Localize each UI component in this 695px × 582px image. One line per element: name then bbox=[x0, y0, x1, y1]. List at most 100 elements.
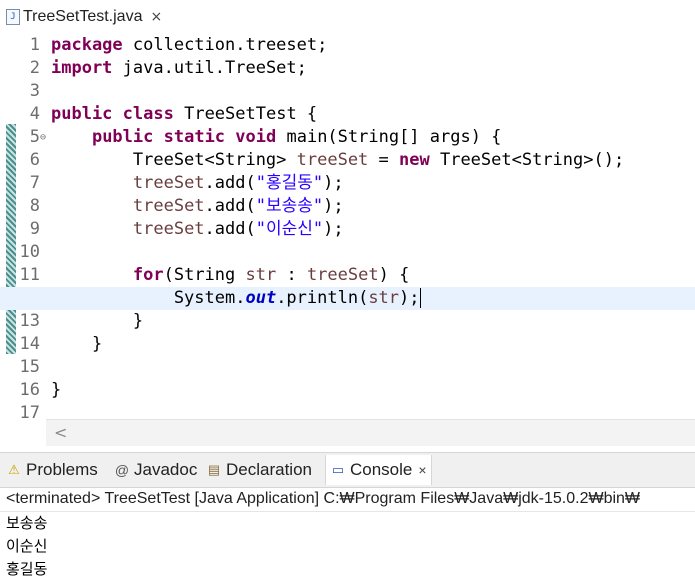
code-token: } bbox=[51, 334, 103, 354]
code-token: class bbox=[122, 104, 174, 124]
code-line[interactable] bbox=[51, 80, 695, 103]
code-token: ); bbox=[399, 288, 420, 308]
code-line[interactable] bbox=[51, 356, 695, 379]
java-file-icon: J bbox=[6, 9, 20, 25]
code-token: } bbox=[51, 380, 62, 400]
tab-console-label: Console bbox=[350, 460, 413, 479]
code-token: TreeSet<String>(); bbox=[429, 150, 625, 170]
line-number: 3 bbox=[29, 81, 40, 101]
code-token: static bbox=[163, 127, 226, 147]
fold-collapse-icon[interactable]: ⊖ bbox=[40, 126, 46, 149]
problems-icon: ⚠ bbox=[8, 462, 20, 477]
line-number: 2 bbox=[29, 58, 40, 78]
code-line[interactable]: TreeSet<String> treeSet = new TreeSet<St… bbox=[51, 149, 695, 172]
code-token: out bbox=[245, 288, 277, 308]
close-icon[interactable]: × bbox=[150, 9, 162, 25]
code-editor[interactable]: 12345⊖67891011121314151617 package colle… bbox=[0, 32, 695, 446]
line-number: 15 bbox=[19, 357, 40, 377]
code-line[interactable]: } bbox=[51, 379, 695, 402]
code-token: treeSet bbox=[132, 219, 205, 239]
line-number: 7 bbox=[29, 173, 40, 193]
code-token: } bbox=[51, 311, 144, 331]
editor-tab-bar: J TreeSetTest.java × bbox=[0, 0, 695, 33]
current-code-line[interactable]: System.out.println(str); bbox=[0, 287, 695, 310]
tab-problems-label: Problems bbox=[26, 460, 98, 479]
code-token: public bbox=[51, 104, 113, 124]
line-number: 1 bbox=[29, 35, 40, 55]
code-token: "이순신" bbox=[255, 219, 324, 239]
code-line[interactable]: public class TreeSetTest { bbox=[51, 103, 695, 126]
code-token: str bbox=[368, 288, 400, 308]
code-token: new bbox=[399, 150, 430, 170]
code-token: TreeSet<String> bbox=[51, 150, 297, 170]
code-line[interactable]: treeSet.add("보송송"); bbox=[51, 195, 695, 218]
line-number: 4 bbox=[29, 104, 40, 124]
console-output-line: 홍길동 bbox=[6, 560, 48, 578]
tab-javadoc-label: Javadoc bbox=[134, 460, 198, 479]
line-number: 13 bbox=[19, 311, 40, 331]
code-line[interactable] bbox=[51, 241, 695, 264]
line-number: 9 bbox=[29, 219, 40, 239]
code-token: ) { bbox=[378, 265, 410, 285]
line-numbers: 12345⊖67891011121314151617 bbox=[0, 34, 46, 425]
code-token: ); bbox=[323, 173, 344, 193]
scroll-left-icon[interactable]: < bbox=[54, 423, 67, 442]
console-process-header: <terminated> TreeSetTest [Java Applicati… bbox=[0, 487, 695, 512]
code-token: main(String[] args) { bbox=[276, 127, 502, 147]
code-token: treeSet bbox=[132, 173, 205, 193]
code-token: .println( bbox=[276, 288, 369, 308]
code-line[interactable]: public static void main(String[] args) { bbox=[51, 126, 695, 149]
code-token: package bbox=[51, 35, 123, 55]
horizontal-scrollbar[interactable]: < bbox=[46, 419, 695, 446]
console-output[interactable]: 보송송이순신홍길동 bbox=[6, 512, 686, 581]
line-number: 10 bbox=[19, 242, 40, 262]
close-icon[interactable]: × bbox=[418, 462, 426, 478]
code-line[interactable]: } bbox=[51, 310, 695, 333]
line-number: 17 bbox=[19, 403, 40, 423]
code-token: .add( bbox=[204, 173, 256, 193]
code-token: = bbox=[368, 150, 400, 170]
code-token: ); bbox=[323, 219, 344, 239]
console-output-line: 이순신 bbox=[6, 537, 48, 555]
code-token: treeSet bbox=[306, 265, 379, 285]
line-number-gutter: 12345⊖67891011121314151617 bbox=[0, 32, 46, 446]
code-line[interactable]: treeSet.add("이순신"); bbox=[51, 218, 695, 241]
code-token: .add( bbox=[204, 219, 256, 239]
declaration-icon: ▤ bbox=[207, 462, 221, 477]
code-token: collection.treeset; bbox=[122, 35, 328, 55]
line-number: 5 ⊖ bbox=[29, 127, 46, 147]
code-token: import bbox=[51, 58, 113, 78]
code-token: System. bbox=[51, 288, 246, 308]
view-tab-bar: ⚠ Problems @ Javadoc ▤ Declaration ▭ Con… bbox=[0, 452, 695, 488]
code-token: for bbox=[132, 265, 164, 285]
code-token: .add( bbox=[204, 196, 256, 216]
tab-problems[interactable]: ⚠ Problems bbox=[6, 458, 98, 482]
text-caret bbox=[419, 288, 421, 308]
code-token: (String bbox=[163, 265, 246, 285]
code-token: treeSet bbox=[296, 150, 369, 170]
code-line[interactable]: for(String str : treeSet) { bbox=[51, 264, 695, 287]
console-output-line: 보송송 bbox=[6, 514, 48, 532]
editor-tab-treesettest[interactable]: J TreeSetTest.java × bbox=[6, 4, 163, 30]
tab-declaration-label: Declaration bbox=[226, 460, 312, 479]
javadoc-icon: @ bbox=[114, 462, 130, 478]
line-number: 6 bbox=[29, 150, 40, 170]
code-token: java.util.TreeSet; bbox=[112, 58, 307, 78]
code-line[interactable]: import java.util.TreeSet; bbox=[51, 57, 695, 80]
tab-declaration[interactable]: ▤ Declaration bbox=[206, 458, 312, 482]
code-line[interactable]: } bbox=[51, 333, 695, 356]
code-token: void bbox=[235, 127, 277, 147]
code-line[interactable]: treeSet.add("홍길동"); bbox=[51, 172, 695, 195]
code-text[interactable]: package collection.treeset; import java.u… bbox=[0, 34, 695, 425]
code-token: TreeSetTest { bbox=[173, 104, 318, 124]
code-token: public bbox=[91, 127, 154, 147]
code-line[interactable]: package collection.treeset; bbox=[51, 34, 695, 57]
code-token: treeSet bbox=[132, 196, 205, 216]
tab-javadoc[interactable]: @ Javadoc bbox=[114, 458, 197, 482]
tab-console[interactable]: ▭ Console × bbox=[325, 455, 432, 485]
